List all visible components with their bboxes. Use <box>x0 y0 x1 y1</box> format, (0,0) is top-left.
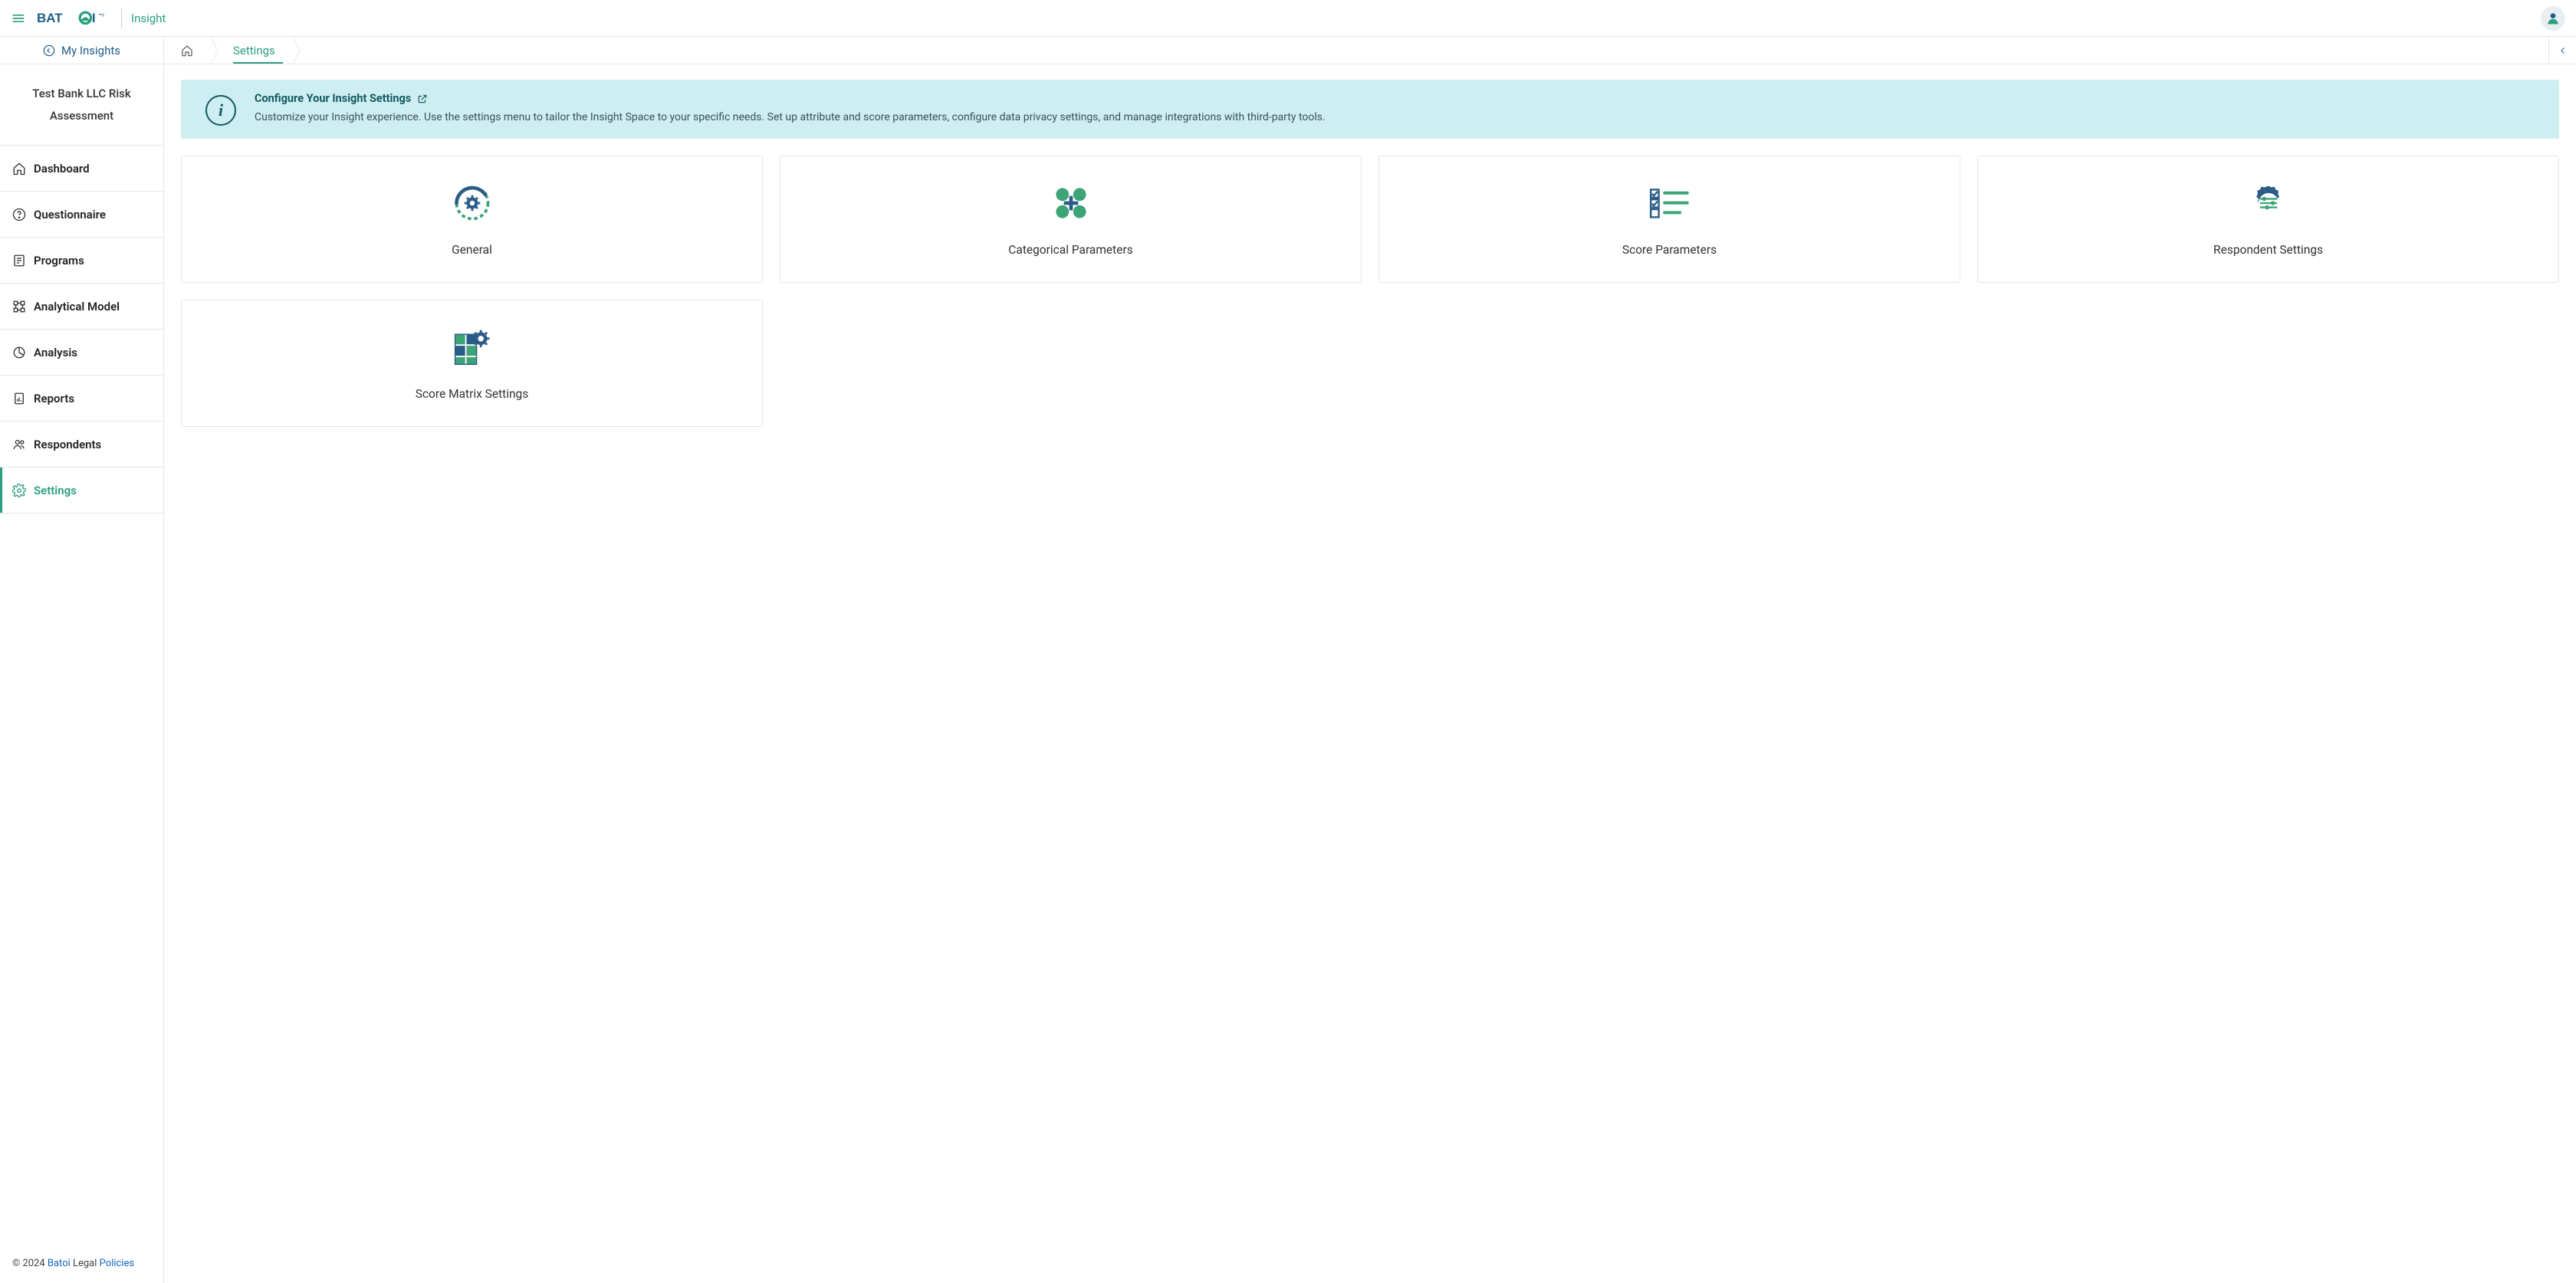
gear-icon <box>12 484 26 497</box>
svg-text:BAT: BAT <box>37 11 63 25</box>
home-icon <box>12 162 26 176</box>
info-body: Configure Your Insight Settings Customiz… <box>255 92 2544 126</box>
sidebar-item-questionnaire[interactable]: Questionnaire <box>0 192 163 238</box>
svg-text:I: I <box>92 11 96 25</box>
collapse-panel-button[interactable] <box>2548 37 2576 64</box>
brand-section-label[interactable]: Insight <box>131 11 166 25</box>
info-banner: i Configure Your Insight Settings Custom… <box>181 80 2559 139</box>
categorical-icon <box>1050 182 1092 225</box>
breadcrumb-bar: Settings <box>164 37 2576 64</box>
info-icon: i <box>205 95 236 126</box>
brand-divider <box>121 8 122 28</box>
pie-icon <box>12 346 26 359</box>
book-icon <box>12 254 26 267</box>
sidebar-item-label: Questionnaire <box>34 208 106 221</box>
settings-card-matrix[interactable]: Score Matrix Settings <box>181 300 763 427</box>
sidebar-footer: © 2024 Batoi Legal Policies <box>0 1247 163 1283</box>
sidebar: My Insights Test Bank LLC Risk Assessmen… <box>0 37 164 1283</box>
back-arrow-icon <box>43 44 55 57</box>
batoi-logo: BAT I ® <box>37 10 112 27</box>
info-description: Customize your Insight experience. Use t… <box>255 110 2544 126</box>
sidebar-item-label: Analytical Model <box>34 300 120 313</box>
brand[interactable]: BAT I ® Insight <box>37 8 166 28</box>
top-header: BAT I ® Insight <box>0 0 2576 37</box>
score-icon <box>1648 182 1691 225</box>
card-label: Categorical Parameters <box>1008 243 1132 257</box>
card-label: Score Matrix Settings <box>416 387 529 401</box>
general-icon <box>451 182 494 225</box>
footer-mid: Legal <box>71 1258 100 1269</box>
sidebar-item-programs[interactable]: Programs <box>0 238 163 284</box>
footer-link-batoi[interactable]: Batoi <box>48 1258 71 1269</box>
sidebar-item-settings[interactable]: Settings <box>0 468 163 514</box>
sidebar-nav: Dashboard Questionnaire Programs Analyti… <box>0 146 163 1247</box>
back-to-insights[interactable]: My Insights <box>0 37 163 64</box>
users-icon <box>12 438 26 451</box>
report-icon <box>12 392 26 405</box>
info-title: Configure Your Insight Settings <box>255 92 2544 105</box>
chevron-left-icon <box>2558 46 2568 55</box>
question-icon <box>12 208 26 221</box>
main: Settings i Configure Your Insight Settin… <box>164 37 2576 1283</box>
settings-cards: General Categorical Parameters <box>181 156 2559 427</box>
settings-card-general[interactable]: General <box>181 156 763 283</box>
settings-card-score[interactable]: Score Parameters <box>1378 156 1960 283</box>
card-label: General <box>452 243 492 257</box>
top-header-left: BAT I ® Insight <box>11 8 166 28</box>
sidebar-item-label: Programs <box>34 254 84 267</box>
active-underline <box>233 62 283 64</box>
card-label: Respondent Settings <box>2213 243 2323 257</box>
sidebar-item-label: Analysis <box>34 346 77 359</box>
sidebar-item-label: Reports <box>34 392 74 405</box>
breadcrumb-current[interactable]: Settings <box>210 37 292 64</box>
sidebar-item-label: Settings <box>34 484 77 497</box>
sidebar-item-label: Dashboard <box>34 162 90 176</box>
settings-card-categorical[interactable]: Categorical Parameters <box>780 156 1362 283</box>
project-title: Test Bank LLC Risk Assessment <box>0 64 163 146</box>
sidebar-item-analysis[interactable]: Analysis <box>0 330 163 376</box>
home-icon <box>181 44 193 57</box>
matrix-icon <box>451 326 494 369</box>
menu-toggle-icon[interactable] <box>11 11 26 26</box>
info-title-text: Configure Your Insight Settings <box>255 92 411 105</box>
breadcrumb-home[interactable] <box>164 37 210 64</box>
breadcrumb: Settings <box>164 37 292 64</box>
settings-card-respondent[interactable]: Respondent Settings <box>1977 156 2559 283</box>
sidebar-item-respondents[interactable]: Respondents <box>0 422 163 468</box>
avatar[interactable] <box>2541 6 2565 31</box>
breadcrumb-label: Settings <box>233 44 275 57</box>
footer-copyright: © 2024 <box>12 1258 48 1269</box>
card-label: Score Parameters <box>1622 243 1717 257</box>
sidebar-item-analytical-model[interactable]: Analytical Model <box>0 284 163 330</box>
sidebar-item-label: Respondents <box>34 438 101 451</box>
respondent-settings-icon <box>2247 182 2290 225</box>
user-icon <box>2545 11 2561 26</box>
footer-link-policies[interactable]: Policies <box>100 1258 134 1269</box>
content: i Configure Your Insight Settings Custom… <box>164 64 2576 1283</box>
sidebar-item-dashboard[interactable]: Dashboard <box>0 146 163 192</box>
sidebar-item-reports[interactable]: Reports <box>0 376 163 422</box>
model-icon <box>12 300 26 313</box>
svg-text:®: ® <box>101 12 104 18</box>
external-link-icon[interactable] <box>417 94 428 104</box>
back-label: My Insights <box>61 44 120 57</box>
